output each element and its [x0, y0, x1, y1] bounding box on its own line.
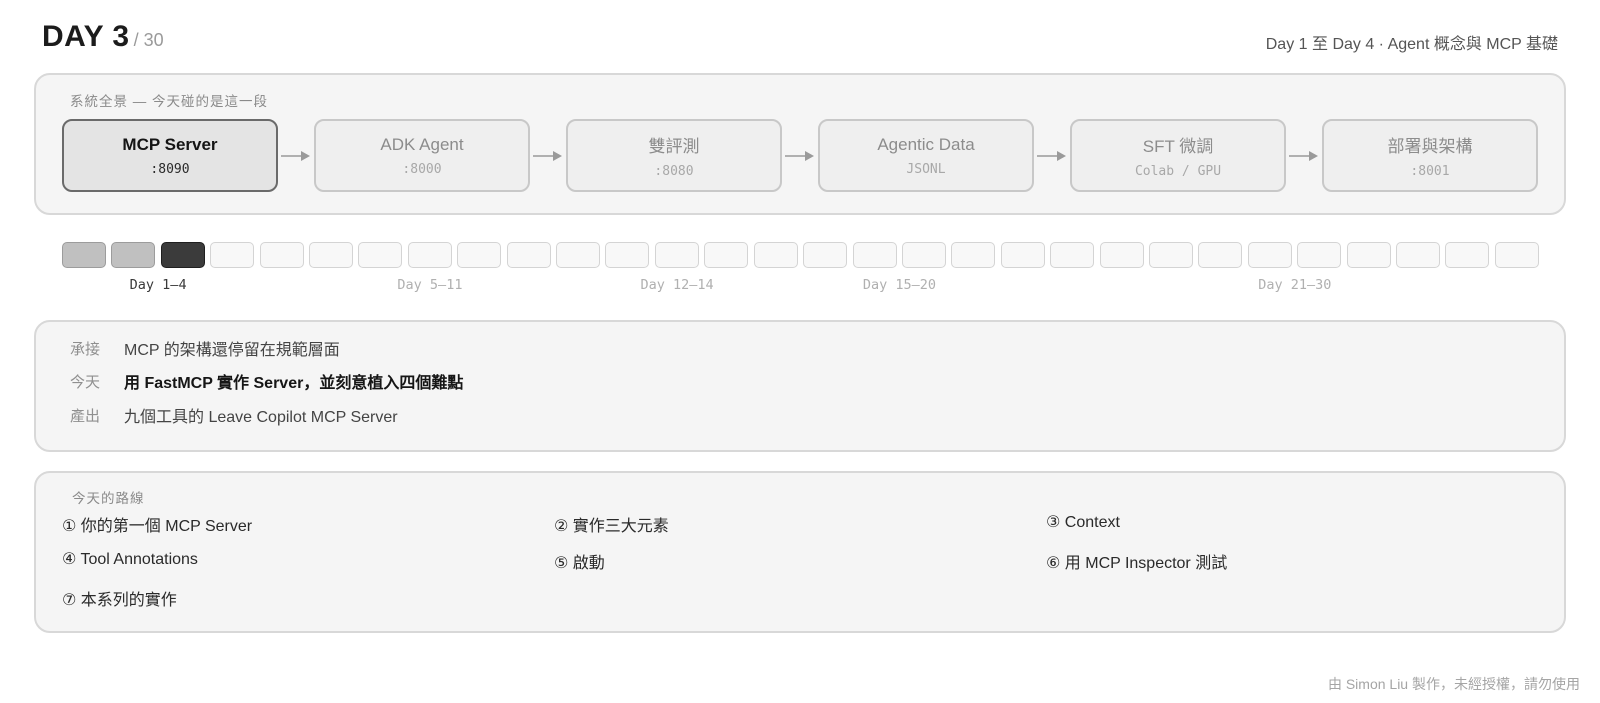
architecture-pipeline: MCP Server :8090 ADK Agent :8000 雙評測 :80…: [62, 119, 1538, 192]
summary-row-today: 今天 用 FastMCP 實作 Server，並刻意植入四個難點: [70, 369, 463, 393]
day-cell: [1050, 242, 1095, 268]
page-title: DAY 3 / 30: [42, 20, 164, 54]
arrow-right-icon: [530, 150, 566, 162]
node-sft-finetune: SFT 微調 Colab / GPU: [1070, 119, 1286, 192]
phase-label: Day 1–4: [129, 277, 187, 293]
route-label: 今天的路線: [72, 491, 145, 506]
node-deployment: 部署與架構 :8001: [1322, 119, 1538, 192]
node-port: :8000: [402, 161, 442, 177]
day-cell: [62, 242, 106, 268]
node-dual-evaluation: 雙評測 :8080: [566, 119, 782, 192]
node-name: MCP Server: [122, 134, 218, 154]
day-cell: [1445, 242, 1490, 268]
route-item: ⑤ 啟動: [554, 555, 605, 572]
node-name: SFT 微調: [1142, 137, 1214, 156]
summary-key: 產出: [70, 407, 101, 425]
day-cell: [358, 242, 403, 268]
arrow-right-icon: [1286, 150, 1322, 162]
summary-row-output: 產出 九個工具的 Leave Copilot MCP Server: [70, 403, 398, 427]
phase-label: Day 5–11: [397, 277, 463, 293]
node-name: ADK Agent: [380, 134, 464, 154]
node-port: Colab / GPU: [1134, 164, 1222, 179]
day-total-label: / 30: [133, 30, 164, 50]
summary-panel: 承接 MCP 的架構還停留在規範層面 今天 用 FastMCP 實作 Serve…: [34, 320, 1566, 452]
day-cell: [1395, 242, 1440, 268]
summary-value: 用 FastMCP 實作 Server，並刻意植入四個難點: [124, 375, 464, 392]
route-item: ① 你的第一個 MCP Server: [62, 518, 253, 535]
route-item: ④ Tool Annotations: [62, 551, 198, 568]
day-cell: [1346, 242, 1391, 268]
node-agentic-data: Agentic Data JSONL: [818, 119, 1034, 192]
day-cell: [111, 242, 156, 268]
day-cell: [457, 242, 502, 268]
node-name: 部署與架構: [1387, 137, 1473, 156]
day-cell: [901, 242, 946, 268]
phase-label: Day 21–30: [1258, 277, 1332, 293]
day-cell: [1247, 242, 1292, 268]
day-cell: [1198, 242, 1243, 268]
node-port: :8001: [1410, 164, 1450, 179]
node-name: 雙評測: [648, 137, 700, 156]
day-cell: [704, 242, 749, 268]
day-cell: [259, 242, 304, 268]
node-mcp-server: MCP Server :8090: [62, 119, 278, 192]
arrow-right-icon: [278, 150, 314, 162]
day-cell: [210, 242, 255, 268]
arrow-right-icon: [782, 150, 818, 162]
day-cell-current: [160, 242, 205, 268]
phase-label: Day 12–14: [640, 277, 714, 293]
day-cell: [407, 242, 452, 268]
node-name: Agentic Data: [877, 134, 975, 154]
route-panel: 今天的路線 ① 你的第一個 MCP Server ② 實作三大元素 ③ Cont…: [34, 471, 1566, 633]
route-item: ⑥ 用 MCP Inspector 測試: [1046, 555, 1228, 572]
day-cell: [753, 242, 798, 268]
node-adk-agent: ADK Agent :8000: [314, 119, 530, 192]
day-cell: [1148, 242, 1193, 268]
day-cell: [506, 242, 551, 268]
day-cell: [556, 242, 601, 268]
node-port: :8090: [150, 161, 190, 177]
day-progress-timeline: [62, 242, 1539, 268]
day-cell: [852, 242, 897, 268]
day-cell: [1494, 242, 1539, 268]
day-cell: [1297, 242, 1342, 268]
summary-key: 今天: [70, 373, 101, 391]
page-subtitle: Day 1 至 Day 4 · Agent 概念與 MCP 基礎: [1265, 36, 1558, 53]
summary-value: 九個工具的 Leave Copilot MCP Server: [124, 409, 398, 426]
day-cell: [1099, 242, 1144, 268]
route-item: ⑦ 本系列的實作: [62, 592, 177, 609]
day-cell: [1000, 242, 1045, 268]
footer-credit: 由 Simon Liu 製作，未經授權，請勿使用: [1327, 676, 1580, 692]
day-cell: [654, 242, 699, 268]
day-cell: [803, 242, 848, 268]
summary-row-inherit: 承接 MCP 的架構還停留在規範層面: [70, 336, 340, 360]
day-cell: [951, 242, 996, 268]
phase-label: Day 15–20: [862, 277, 936, 293]
summary-key: 承接: [70, 340, 101, 358]
node-port: :8080: [654, 164, 694, 179]
architecture-panel: 系統全景 — 今天碰的是這一段 MCP Server :8090 ADK Age…: [34, 73, 1566, 215]
summary-value: MCP 的架構還停留在規範層面: [124, 342, 340, 359]
day-cell: [605, 242, 650, 268]
arrow-right-icon: [1034, 150, 1070, 162]
node-port: JSONL: [906, 161, 946, 177]
day-cell: [309, 242, 354, 268]
day-label: DAY 3: [42, 20, 130, 53]
route-item: ② 實作三大元素: [554, 518, 669, 535]
route-item: ③ Context: [1046, 514, 1120, 531]
architecture-label: 系統全景 — 今天碰的是這一段: [70, 94, 269, 109]
